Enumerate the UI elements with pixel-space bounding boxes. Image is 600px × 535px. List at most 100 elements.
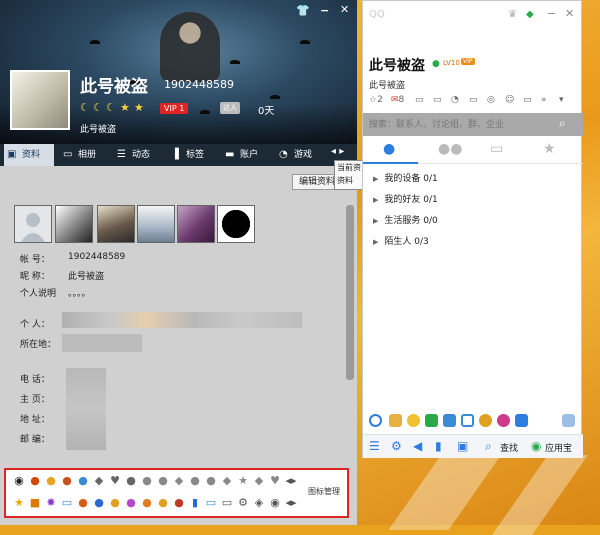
toolbar-icon[interactable]: ☺	[505, 95, 514, 105]
badge-icon[interactable]: ●	[108, 496, 122, 509]
badge-icon[interactable]: ●	[156, 474, 170, 487]
badge-icon[interactable]: ★	[12, 496, 26, 509]
badge-icon[interactable]: ●	[172, 496, 186, 509]
tab-contacts[interactable]: ●	[383, 141, 395, 157]
app-icon[interactable]	[497, 414, 510, 427]
badge-icon[interactable]: ▮	[188, 496, 202, 509]
search-icon[interactable]: ⌕	[485, 439, 492, 454]
toolbar-icon[interactable]: ▭	[415, 95, 424, 105]
skin-icon[interactable]: ▾	[559, 95, 564, 105]
badge-icon[interactable]: ●	[76, 496, 90, 509]
tab-tags[interactable]: ▐ 标签	[168, 144, 218, 166]
app-icon[interactable]	[515, 414, 528, 427]
tab-favorites[interactable]: ★	[543, 141, 556, 157]
qq-icon[interactable]: ◉	[12, 474, 26, 487]
badge-icon[interactable]: ◈	[252, 496, 266, 509]
find-button[interactable]: 查找	[500, 441, 518, 454]
toolbar-icon[interactable]: ▭	[523, 95, 532, 105]
toolbar-icon[interactable]: ◎	[487, 95, 495, 105]
badge-icon[interactable]: ♥	[268, 474, 282, 487]
badge-icon[interactable]: ▭	[60, 496, 74, 509]
file-icon[interactable]: ▮	[435, 439, 442, 453]
vip-icon[interactable]: VIP	[461, 58, 475, 65]
settings-icon[interactable]: ⚙	[391, 439, 402, 453]
badge-icon[interactable]: ◆	[252, 474, 266, 487]
app-store-button[interactable]: 应用宝	[545, 441, 572, 454]
group-my-devices[interactable]: ▶ 我的设备 0/1	[373, 171, 438, 184]
toolbar-icon[interactable]: »	[541, 95, 547, 105]
app-icon[interactable]	[443, 414, 456, 427]
minimize-icon[interactable]: −	[547, 7, 556, 20]
expert-badge[interactable]: 达人	[220, 102, 240, 114]
badge-icon[interactable]: ●	[124, 496, 138, 509]
shield-icon[interactable]: ◆	[526, 9, 534, 20]
photo-thumb[interactable]	[177, 205, 215, 243]
badge-icon[interactable]: ◆	[172, 474, 186, 487]
avatar[interactable]	[10, 70, 70, 130]
badge-icon[interactable]: ●	[140, 474, 154, 487]
tab-groups[interactable]: ●●	[438, 141, 462, 157]
badge-icon[interactable]: ◆	[220, 474, 234, 487]
tab-scroll-arrows[interactable]: ◂ ▸	[331, 146, 344, 157]
group-strangers[interactable]: ▶ 陌生人 0/3	[373, 234, 429, 247]
badge-icon[interactable]: ●	[188, 474, 202, 487]
toolbar-icon[interactable]: ◔	[451, 95, 459, 105]
profile-scrollbar[interactable]	[346, 205, 354, 380]
vip-badge[interactable]: VIP 1	[160, 103, 189, 114]
tab-info[interactable]: ▣ 资料	[4, 144, 54, 166]
close-icon[interactable]: ✕	[565, 7, 574, 20]
badge-icon[interactable]: ●	[140, 496, 154, 509]
tab-account[interactable]: ▬ 账户	[222, 144, 272, 166]
close-icon[interactable]: ✕	[340, 3, 349, 16]
tab-messages[interactable]: ▭	[490, 141, 503, 157]
tab-feed[interactable]: ☰ 动态	[114, 144, 164, 166]
badge-icon[interactable]: ●	[44, 474, 58, 487]
volume-icon[interactable]: ◀	[413, 439, 422, 453]
badge-icon[interactable]: ▭	[204, 496, 218, 509]
group-my-friends[interactable]: ▶ 我的好友 0/1	[373, 192, 438, 205]
skin-icon[interactable]: 👕	[296, 4, 310, 17]
search-input[interactable]	[369, 117, 559, 133]
badge-icon[interactable]: ●	[156, 496, 170, 509]
toolbar-icon[interactable]: ▭	[433, 95, 442, 105]
search-icon[interactable]: ⌕	[559, 116, 566, 131]
photo-thumb[interactable]	[97, 205, 135, 243]
photo-thumb[interactable]	[137, 205, 175, 243]
level-badge[interactable]: LV10	[443, 59, 460, 67]
app-icon[interactable]	[407, 414, 420, 427]
photo-thumb[interactable]	[217, 205, 255, 243]
app-icon[interactable]	[461, 414, 474, 427]
badge-icon[interactable]: ◆	[92, 474, 106, 487]
photo-thumb[interactable]	[55, 205, 93, 243]
icon-manage-link[interactable]: 图标管理	[308, 486, 340, 497]
tab-album[interactable]: ▭ 相册	[60, 144, 110, 166]
message-box-icon[interactable]: ▣	[457, 439, 468, 453]
toolbar-icon[interactable]: ▭	[469, 95, 478, 105]
photo-placeholder[interactable]	[14, 205, 52, 243]
qq-nickname[interactable]: 此号被盗	[369, 55, 425, 75]
qq-signature[interactable]: 此号被盗	[369, 78, 405, 91]
mail-icon[interactable]: ✉8	[391, 95, 404, 105]
badge-icon[interactable]: ●	[28, 474, 42, 487]
badge-icon[interactable]: ●	[92, 496, 106, 509]
app-icon[interactable]	[479, 414, 492, 427]
badge-icon[interactable]: ●	[60, 474, 74, 487]
badge-icon[interactable]: ◂▸	[284, 496, 298, 509]
badge-icon[interactable]: ★	[236, 474, 250, 487]
app-icon[interactable]	[369, 414, 382, 427]
tab-games[interactable]: ◔ 游戏	[276, 144, 326, 166]
badge-icon[interactable]: ●	[124, 474, 138, 487]
badge-icon[interactable]: ●	[76, 474, 90, 487]
badge-icon[interactable]: ▭	[220, 496, 234, 509]
group-life-services[interactable]: ▶ 生活服务 0/0	[373, 213, 438, 226]
badge-icon[interactable]: ♥	[108, 474, 122, 487]
badge-icon[interactable]: ■	[28, 496, 42, 509]
minimize-icon[interactable]: −	[320, 4, 329, 17]
badge-icon[interactable]: ●	[204, 474, 218, 487]
app-store-icon[interactable]: ◉	[531, 439, 541, 453]
app-grid-icon[interactable]	[562, 414, 575, 427]
menu-icon[interactable]: ☰	[369, 439, 380, 453]
zone-icon[interactable]: ☆2	[369, 95, 383, 105]
badge-icon[interactable]: ◂▸	[284, 474, 298, 487]
badge-icon[interactable]: ◉	[268, 496, 282, 509]
